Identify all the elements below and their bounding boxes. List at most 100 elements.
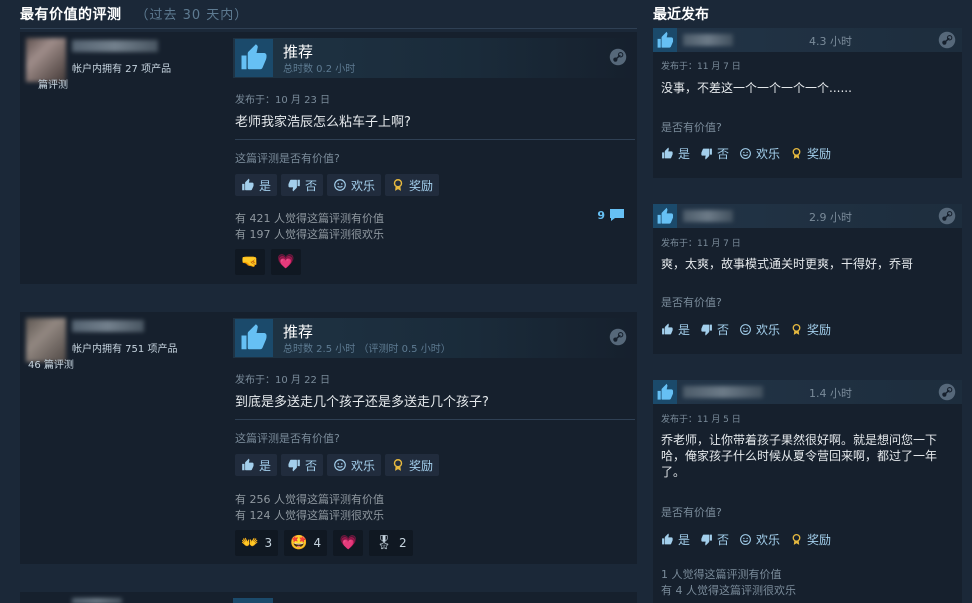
- reviews-page: 最有价值的评测 （过去 30 天内） 帐户内拥有 27 项产品 篇评测 推荐 总…: [0, 0, 972, 603]
- review-text: 乔老师，让你带着孩子果然很好啊。就是想问您一下哈，俺家孩子什么时候从夏令营回来啊…: [661, 433, 938, 479]
- thumbs-up-icon: [653, 28, 677, 52]
- award-button[interactable]: 奖励: [790, 319, 831, 339]
- author-name[interactable]: [683, 386, 763, 398]
- recent-title: 最近发布: [653, 7, 709, 23]
- vote-yes-button[interactable]: 是: [235, 454, 278, 476]
- award-item[interactable]: 🎖 2: [369, 530, 413, 556]
- vote-funny-button[interactable]: 欢乐: [327, 174, 382, 196]
- recent-column: 最近发布 4.3 小时 发布于：11 月 7 日 没事，不差这一个一个一个一个.…: [640, 0, 972, 603]
- vote-funny-button[interactable]: 欢乐: [327, 454, 382, 476]
- review-count[interactable]: 篇评测: [38, 76, 68, 91]
- thumbs-up-icon: [242, 178, 254, 191]
- thumbs-up-icon: [653, 380, 677, 404]
- vote-yes-button[interactable]: 是: [661, 319, 690, 339]
- vote-no-button[interactable]: 否: [281, 454, 324, 476]
- award-label: 奖励: [409, 178, 434, 193]
- vote-yes-label: 是: [259, 178, 272, 193]
- vote-header[interactable]: 推荐 总时数 2.5 小时 （评测时 0.5 小时）: [233, 318, 635, 358]
- award-item[interactable]: 💗: [333, 530, 364, 556]
- award-item[interactable]: 🤜: [235, 249, 265, 275]
- award-heart-icon: 💗: [277, 254, 295, 270]
- vote-yes-label: 是: [678, 532, 691, 547]
- smile-icon: [740, 323, 751, 335]
- vote-yes-label: 是: [678, 322, 691, 337]
- recent-review-card: 4.3 小时 发布于：11 月 7 日 没事，不差这一个一个一个一个......…: [653, 28, 962, 178]
- vote-yes-button[interactable]: 是: [661, 143, 690, 163]
- vote-funny-button[interactable]: 欢乐: [739, 529, 780, 549]
- thumbs-up-icon: [662, 533, 673, 544]
- funny-stat: 有 197 人觉得这篇评测很欢乐: [235, 228, 384, 241]
- vote-header[interactable]: 推荐 总时数 0.2 小时: [233, 38, 635, 78]
- award-label: 奖励: [409, 458, 434, 473]
- award-button[interactable]: 奖励: [385, 174, 440, 196]
- award-medal-icon: [792, 323, 801, 335]
- author-name[interactable]: [72, 40, 158, 52]
- helpful-question: 这篇评测是否有价值?: [235, 152, 340, 165]
- steam-icon: [609, 328, 627, 346]
- thumbs-up-icon: [662, 323, 673, 334]
- recent-review-header[interactable]: 1.4 小时: [653, 380, 962, 404]
- thumbs-up-icon: [235, 39, 273, 77]
- thumbs-down-icon: [288, 179, 300, 192]
- vote-no-button[interactable]: 否: [281, 174, 324, 196]
- award-list: 👐 3 🤩 4 💗 🎖 2: [235, 530, 413, 556]
- vote-no-button[interactable]: 否: [700, 143, 729, 163]
- vote-no-label: 否: [305, 458, 318, 473]
- helpful-question: 是否有价值?: [661, 296, 722, 309]
- award-label: 奖励: [807, 146, 832, 161]
- award-item[interactable]: 👐 3: [235, 530, 279, 556]
- helpful-stat: 1 人觉得这篇评测有价值: [661, 568, 782, 581]
- vote-funny-button[interactable]: 欢乐: [739, 143, 780, 163]
- vote-buttons: 是 否 欢乐 奖励: [235, 454, 440, 476]
- thumbs-up-icon: [235, 319, 273, 357]
- steam-icon: [938, 207, 956, 225]
- award-medal-icon: 🎖: [375, 535, 393, 551]
- award-item[interactable]: 💗: [271, 249, 301, 275]
- award-button[interactable]: 奖励: [385, 454, 440, 476]
- vote-yes-label: 是: [678, 146, 691, 161]
- vote-funny-label: 欢乐: [351, 178, 376, 193]
- recent-review-header[interactable]: 2.9 小时: [653, 204, 962, 228]
- author-name[interactable]: [72, 598, 122, 603]
- vote-funny-button[interactable]: 欢乐: [739, 319, 780, 339]
- vote-no-label: 否: [717, 146, 730, 161]
- smile-icon: [334, 179, 346, 191]
- recent-review-header[interactable]: 4.3 小时: [653, 28, 962, 52]
- award-button[interactable]: 奖励: [790, 529, 831, 549]
- review-text: 爽，太爽，故事模式通关时更爽，干得好，乔哥: [661, 257, 914, 271]
- vote-buttons: 是 否 欢乐 奖励: [661, 319, 831, 339]
- award-count: 3: [264, 536, 273, 550]
- review-text: 没事，不差这一个一个一个一个......: [661, 81, 852, 95]
- vote-yes-button[interactable]: 是: [235, 174, 278, 196]
- thumbs-up-icon: [242, 458, 254, 471]
- award-starstruck-icon: 🤩: [290, 535, 308, 551]
- vote-no-label: 否: [305, 178, 318, 193]
- review-author[interactable]: 帐户内拥有 751 项产品 46 篇评测: [20, 312, 230, 564]
- award-item[interactable]: 🤩 4: [284, 530, 328, 556]
- vote-no-button[interactable]: 否: [700, 319, 729, 339]
- award-heart-icon: 💗: [339, 535, 357, 551]
- steam-icon: [609, 48, 627, 66]
- award-medal-icon: [393, 179, 403, 191]
- section-title: 最有价值的评测: [20, 7, 122, 23]
- thumbs-down-icon: [288, 459, 300, 472]
- review-card: 帐户内拥有 751 项产品 46 篇评测 推荐 总时数 2.5 小时 （评测时 …: [20, 312, 637, 564]
- award-button[interactable]: 奖励: [790, 143, 831, 163]
- vote-funny-label: 欢乐: [351, 458, 376, 473]
- author-name[interactable]: [683, 210, 733, 222]
- section-divider: [20, 28, 637, 29]
- helpful-stat: 有 421 人觉得这篇评测有价值: [235, 212, 384, 225]
- author-name[interactable]: [683, 34, 733, 46]
- author-name[interactable]: [72, 320, 144, 332]
- vote-no-button[interactable]: 否: [700, 529, 729, 549]
- vote-buttons: 是 否 欢乐 奖励: [661, 143, 831, 163]
- vote-yes-button[interactable]: 是: [661, 529, 690, 549]
- review-author[interactable]: 帐户内拥有 27 项产品 篇评测: [20, 32, 230, 284]
- section-header: 最有价值的评测 （过去 30 天内）: [20, 4, 248, 26]
- review-count[interactable]: 46 篇评测: [28, 356, 74, 371]
- comment-count[interactable]: 9: [597, 208, 625, 222]
- vote-funny-label: 欢乐: [756, 146, 781, 161]
- funny-stat: 有 124 人觉得这篇评测很欢乐: [235, 509, 384, 522]
- review-text: 到底是多送走几个孩子还是多送走几个孩子?: [235, 395, 489, 410]
- comment-count-value: 9: [597, 208, 605, 222]
